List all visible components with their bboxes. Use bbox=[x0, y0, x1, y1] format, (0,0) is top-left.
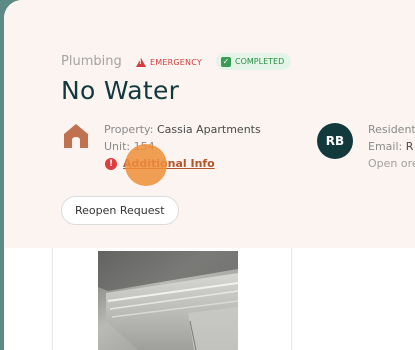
property-label: Property: bbox=[104, 123, 154, 136]
resident-label: Resident bbox=[368, 123, 415, 136]
emergency-badge: EMERGENCY bbox=[136, 55, 202, 69]
request-header: Plumbing EMERGENCY ✓ COMPLETED No Water … bbox=[4, 0, 415, 248]
email-label: Email: bbox=[368, 140, 403, 153]
request-category: Plumbing bbox=[61, 54, 122, 69]
status-badge-label: COMPLETED bbox=[235, 57, 285, 66]
click-indicator bbox=[125, 144, 167, 186]
property-row: Property: Cassia Apartments bbox=[104, 123, 261, 136]
status-badge: ✓ COMPLETED bbox=[216, 53, 292, 70]
reopen-request-button[interactable]: Reopen Request bbox=[61, 196, 179, 225]
open-text: Open ore bbox=[368, 157, 415, 170]
email-value: R bbox=[405, 140, 414, 153]
email-row: Email: R bbox=[368, 140, 413, 153]
property-value: Cassia Apartments bbox=[156, 123, 261, 136]
avatar: RB bbox=[317, 123, 353, 159]
alert-circle-icon: ! bbox=[105, 157, 117, 170]
emergency-badge-label: EMERGENCY bbox=[150, 57, 202, 67]
check-box-icon: ✓ bbox=[221, 56, 231, 67]
house-icon bbox=[64, 124, 88, 148]
page-title: No Water bbox=[61, 76, 180, 105]
unit-label: Unit: bbox=[104, 140, 131, 153]
warning-triangle-icon bbox=[136, 57, 146, 67]
attachment-photo[interactable] bbox=[98, 251, 238, 350]
